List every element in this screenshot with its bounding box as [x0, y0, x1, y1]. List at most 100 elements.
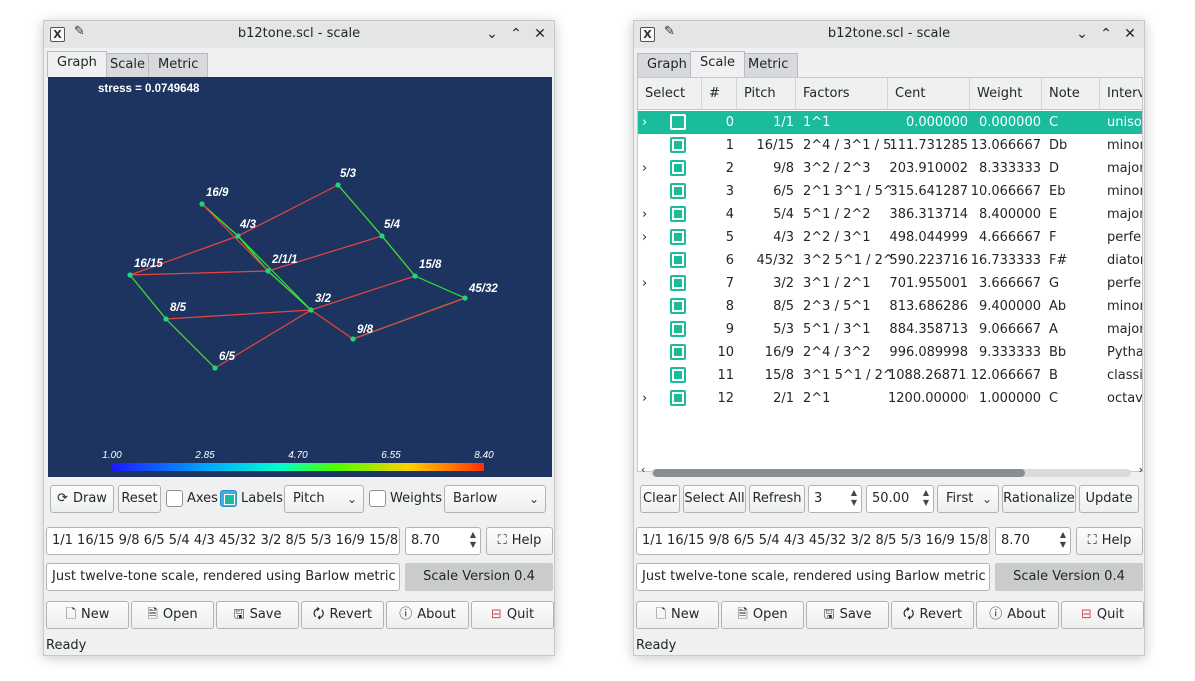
expand-arrow-icon[interactable]: ›	[642, 387, 647, 410]
tab-graph[interactable]: Graph	[47, 51, 107, 77]
save-button[interactable]: 🖫 Save	[806, 601, 889, 629]
column-select[interactable]: Select	[638, 78, 702, 110]
table-row[interactable]: › 5 4/3 2^2 / 3^1 498.044999 4.666667 Fperfect	[638, 226, 1142, 249]
table-row[interactable]: 11 15/8 3^1 5^1 / 2^31088.26871512.066667 B…	[638, 364, 1142, 387]
new-button[interactable]: 🗋 New	[46, 601, 129, 629]
quit-button[interactable]: ⊟ Quit	[471, 601, 554, 629]
app-icon[interactable]: X	[50, 27, 65, 42]
maximize-icon[interactable]: ⌃	[1096, 24, 1116, 44]
row-select-checkbox[interactable]	[670, 344, 686, 360]
maximize-icon[interactable]: ⌃	[506, 24, 526, 44]
description-input[interactable]: Just twelve-tone scale, rendered using B…	[636, 563, 990, 591]
table-row[interactable]: › 0 1/1 1^1 0.000000 0.000000 Cunison	[638, 111, 1142, 134]
lattice-node[interactable]	[212, 365, 218, 371]
about-button[interactable]: ⓘ About	[976, 601, 1059, 629]
table-row[interactable]: › 12 2/1 2^1 1200.000000 1.000000 Coctave	[638, 387, 1142, 410]
expand-arrow-icon[interactable]: ›	[642, 157, 647, 180]
app-icon[interactable]: X	[640, 27, 655, 42]
column-interval[interactable]: Interval	[1100, 78, 1142, 110]
lattice-node[interactable]	[462, 295, 468, 301]
open-button[interactable]: 🗎 Open	[131, 601, 214, 629]
lattice-node[interactable]	[265, 268, 271, 274]
description-input[interactable]: Just twelve-tone scale, rendered using B…	[46, 563, 400, 591]
table-row[interactable]: 10 16/9 2^4 / 3^2 996.089998 9.333333 Bb Pytha…	[638, 341, 1142, 364]
spin-arrows-icon[interactable]: ▲ ▼	[851, 488, 857, 508]
period-spinbox[interactable]: 8.70 ▲ ▼	[995, 527, 1071, 555]
tab-scale[interactable]: Scale	[100, 53, 155, 77]
minimize-icon[interactable]: ⌄	[1072, 24, 1092, 44]
row-select-checkbox[interactable]	[670, 298, 686, 314]
period-spinbox[interactable]: 8.70 ▲ ▼	[405, 527, 481, 555]
update-button[interactable]: Update	[1079, 485, 1139, 513]
table-row[interactable]: › 2 9/8 3^2 / 2^3 203.910002 8.333333 Dmajor	[638, 157, 1142, 180]
title-bar[interactable]: X ✎ b12tone.scl - scale ⌄ ⌃ ✕	[634, 21, 1144, 48]
quit-button[interactable]: ⊟ Quit	[1061, 601, 1144, 629]
scroll-right-icon[interactable]: ›	[1139, 463, 1143, 476]
revert-button[interactable]: 🗘 Revert	[301, 601, 384, 629]
metric-select[interactable]: Barlow ⌄	[444, 485, 546, 513]
close-icon[interactable]: ✕	[1120, 24, 1140, 44]
revert-button[interactable]: 🗘 Revert	[891, 601, 974, 629]
lattice-node[interactable]	[199, 201, 205, 207]
rationalize-button[interactable]: Rationalize	[1002, 485, 1076, 513]
lattice-node[interactable]	[379, 233, 385, 239]
help-button[interactable]: ⛶ Help	[1076, 527, 1143, 555]
reset-button[interactable]: Reset	[118, 485, 161, 513]
row-select-checkbox[interactable]	[670, 160, 686, 176]
select-all-button[interactable]: Select All	[683, 485, 746, 513]
close-icon[interactable]: ✕	[530, 24, 550, 44]
weights-checkbox[interactable]	[369, 490, 386, 507]
pin-icon[interactable]: ✎	[74, 24, 85, 39]
spin-arrows-icon[interactable]: ▲ ▼	[923, 488, 929, 508]
lattice-node[interactable]	[127, 272, 133, 278]
row-select-checkbox[interactable]	[670, 137, 686, 153]
table-row[interactable]: › 4 5/4 5^1 / 2^2 386.313714 8.400000 Emajor	[638, 203, 1142, 226]
table-row[interactable]: 3 6/5 2^1 3^1 / 5^1315.64128710.066667 Eb mi…	[638, 180, 1142, 203]
row-select-checkbox[interactable]	[670, 114, 686, 130]
column-weight[interactable]: Weight	[970, 78, 1042, 110]
help-button[interactable]: ⛶ Help	[486, 527, 553, 555]
expand-arrow-icon[interactable]: ›	[642, 203, 647, 226]
expand-arrow-icon[interactable]: ›	[642, 111, 647, 134]
column-pitch[interactable]: Pitch	[737, 78, 796, 110]
lattice-node[interactable]	[412, 273, 418, 279]
pitch-select[interactable]: Pitch ⌄	[284, 485, 364, 513]
tab-scale[interactable]: Scale	[690, 51, 745, 77]
row-select-checkbox[interactable]	[670, 275, 686, 291]
minimize-icon[interactable]: ⌄	[482, 24, 502, 44]
scale-input[interactable]: 1/1 16/15 9/8 6/5 5/4 4/3 45/32 3/2 8/5 …	[636, 527, 990, 555]
lattice-node[interactable]	[235, 233, 241, 239]
expand-arrow-icon[interactable]: ›	[642, 272, 647, 295]
lattice-node[interactable]	[308, 307, 314, 313]
lattice-graph[interactable]: stress = 0.0749648 16/9 5/3 4/3 5/4 2/1/1 16/…	[48, 77, 552, 477]
count-spinbox[interactable]: 3 ▲ ▼	[808, 485, 862, 513]
row-select-checkbox[interactable]	[670, 390, 686, 406]
table-row[interactable]: 9 5/3 5^1 / 3^1 884.358713 9.066667 Amajor	[638, 318, 1142, 341]
spin-arrows-icon[interactable]: ▲ ▼	[470, 530, 476, 550]
scroll-thumb[interactable]	[653, 469, 1025, 477]
tab-metric[interactable]: Metric	[738, 53, 799, 77]
lattice-node[interactable]	[163, 316, 169, 322]
row-select-checkbox[interactable]	[670, 321, 686, 337]
scroll-left-icon[interactable]: ‹	[641, 463, 645, 476]
table-row[interactable]: 1 16/15 2^4 / 3^1 / 5^1111.73128513.066667…	[638, 134, 1142, 157]
cent-tolerance-spinbox[interactable]: 50.00 ▲ ▼	[866, 485, 934, 513]
clear-button[interactable]: Clear	[640, 485, 680, 513]
tab-metric[interactable]: Metric	[148, 53, 209, 77]
row-select-checkbox[interactable]	[670, 206, 686, 222]
horizontal-scrollbar[interactable]: ‹ ›	[641, 463, 1143, 478]
title-bar[interactable]: X ✎ b12tone.scl - scale ⌄ ⌃ ✕	[44, 21, 554, 48]
refresh-button[interactable]: Refresh	[749, 485, 805, 513]
lattice-node[interactable]	[350, 336, 356, 342]
row-select-checkbox[interactable]	[670, 252, 686, 268]
mode-select[interactable]: First ⌄	[937, 485, 999, 513]
labels-checkbox[interactable]	[220, 490, 237, 507]
draw-button[interactable]: ⟳ Draw	[50, 485, 114, 513]
pin-icon[interactable]: ✎	[664, 24, 675, 39]
table-row[interactable]: › 7 3/2 3^1 / 2^1 701.955001 3.666667 Gperfect	[638, 272, 1142, 295]
scale-table[interactable]: Select # Pitch Factors Cent Weight Note …	[637, 77, 1143, 472]
expand-arrow-icon[interactable]: ›	[642, 226, 647, 249]
column-number[interactable]: #	[702, 78, 737, 110]
table-row[interactable]: 8 8/5 2^3 / 5^1 813.686286 9.400000 Ab minor	[638, 295, 1142, 318]
tab-graph[interactable]: Graph	[637, 53, 697, 77]
